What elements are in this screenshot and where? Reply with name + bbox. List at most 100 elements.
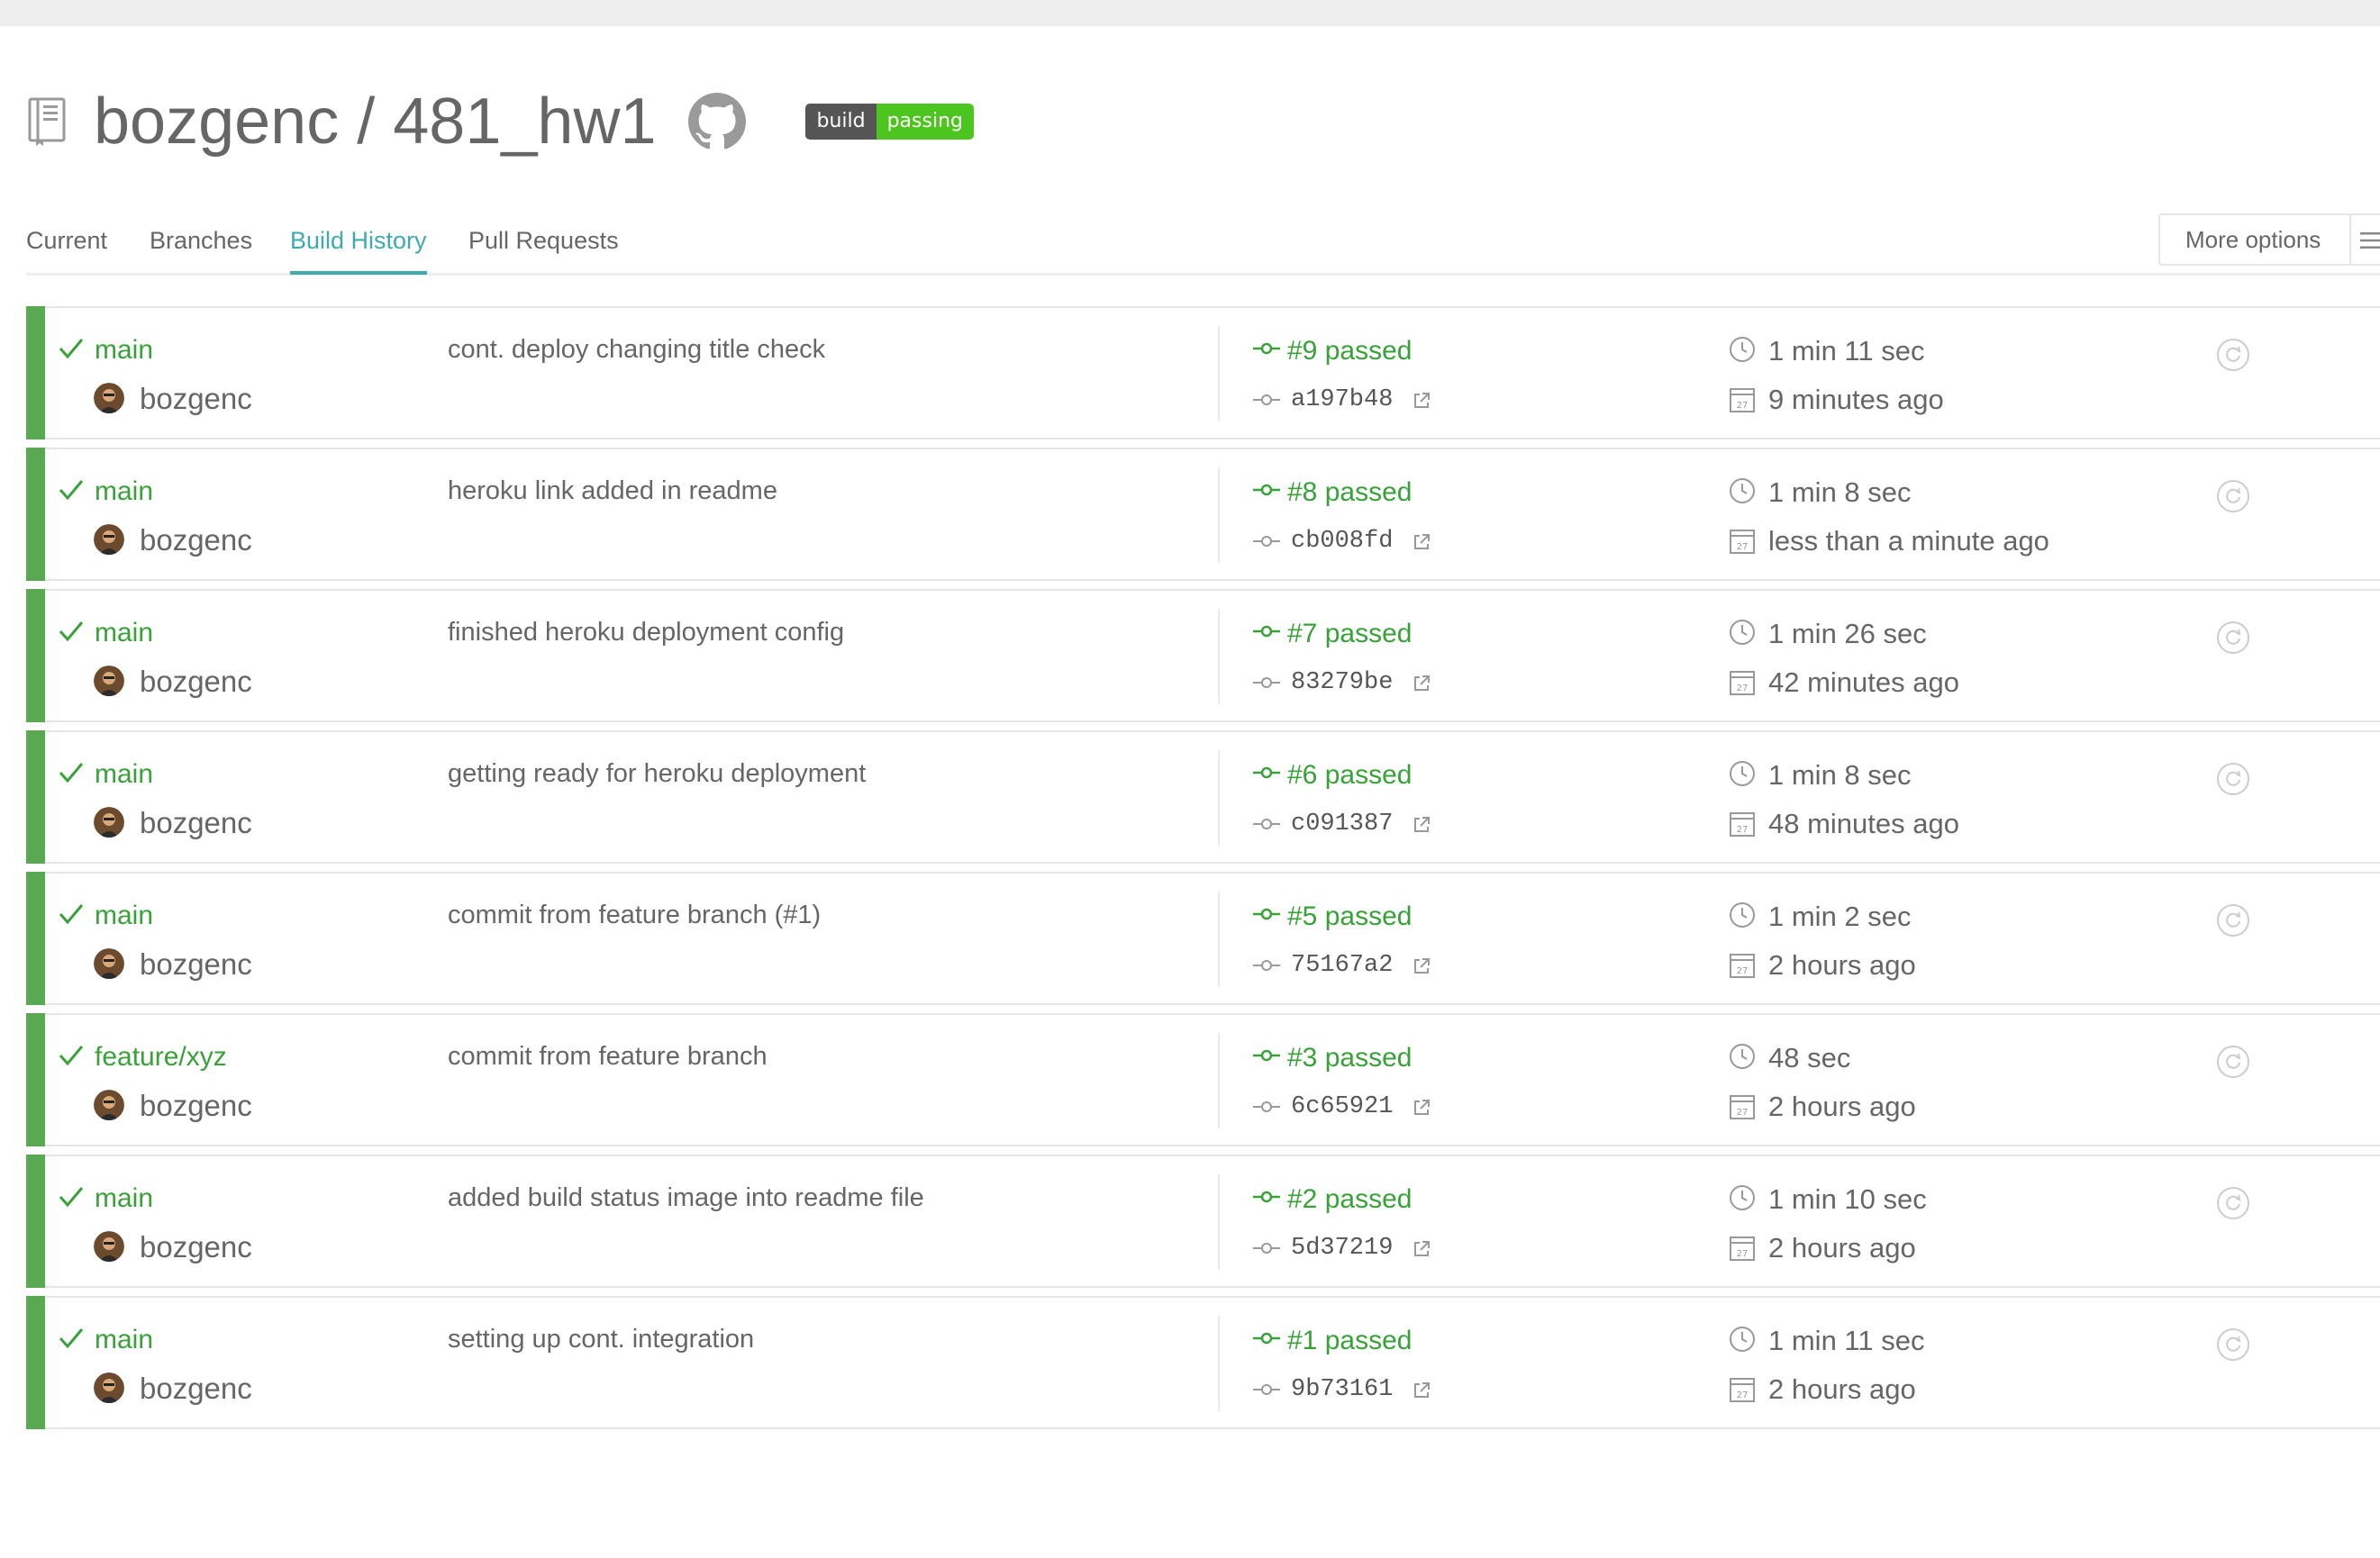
commit-sha[interactable]: cb008fd <box>1291 528 1393 555</box>
more-options-button[interactable]: More options <box>2158 213 2380 266</box>
clock-icon <box>1730 902 1755 928</box>
calendar-icon: 27 <box>1730 1095 1755 1119</box>
build-duration: 48 sec <box>1768 1042 1851 1073</box>
branch-name[interactable]: main <box>95 476 153 507</box>
external-link-icon[interactable] <box>1412 1239 1431 1259</box>
clock-icon <box>1730 478 1755 503</box>
finished-time: 48 minutes ago <box>1768 808 1959 839</box>
restart-icon[interactable] <box>2216 1327 2250 1362</box>
build-row[interactable]: main bozgenc getting ready for heroku de… <box>26 730 2380 864</box>
build-duration: 1 min 26 sec <box>1768 618 1927 649</box>
commit-sha[interactable]: 83279be <box>1291 669 1393 696</box>
tab-build-history[interactable]: Build History <box>290 227 427 275</box>
tab-current[interactable]: Current <box>26 227 107 255</box>
repo-title[interactable]: bozgenc / 481_hw1 <box>94 85 656 159</box>
build-commit-icon <box>1253 908 1280 920</box>
build-row[interactable]: main bozgenc heroku link added in readme… <box>26 448 2380 581</box>
restart-icon[interactable] <box>2216 762 2250 796</box>
repo-header: bozgenc / 481_hw1 build passing <box>27 77 974 167</box>
column-divider <box>1218 1316 1220 1411</box>
check-icon <box>59 904 84 925</box>
tab-pull-requests[interactable]: Pull Requests <box>468 227 619 255</box>
build-row[interactable]: feature/xyz bozgenc commit from feature … <box>26 1013 2380 1146</box>
external-link-icon[interactable] <box>1412 1098 1431 1118</box>
svg-text:27: 27 <box>1737 966 1749 976</box>
build-number[interactable]: #5 passed <box>1287 901 1412 932</box>
external-link-icon[interactable] <box>1412 532 1431 552</box>
restart-icon[interactable] <box>2216 338 2250 372</box>
restart-icon[interactable] <box>2216 1045 2250 1079</box>
commit-message: finished heroku deployment config <box>448 618 845 647</box>
build-row[interactable]: main bozgenc finished heroku deployment … <box>26 589 2380 722</box>
svg-text:27: 27 <box>1737 401 1749 411</box>
author-name: bozgenc <box>140 806 252 839</box>
avatar <box>94 383 124 413</box>
external-link-icon[interactable] <box>1412 815 1431 835</box>
calendar-icon: 27 <box>1730 530 1755 554</box>
branch-name[interactable]: main <box>95 901 153 931</box>
commit-message: heroku link added in readme <box>448 476 777 505</box>
build-row[interactable]: main bozgenc commit from feature branch … <box>26 872 2380 1005</box>
build-duration: 1 min 10 sec <box>1768 1183 1927 1215</box>
build-number[interactable]: #2 passed <box>1287 1184 1412 1215</box>
commit-sha[interactable]: a197b48 <box>1291 386 1393 413</box>
build-number[interactable]: #1 passed <box>1287 1326 1412 1356</box>
build-duration: 1 min 2 sec <box>1768 901 1912 932</box>
external-link-icon[interactable] <box>1412 956 1431 976</box>
branch-name[interactable]: main <box>95 1325 153 1355</box>
tab-branches[interactable]: Branches <box>150 227 252 255</box>
more-options-separator <box>2349 215 2351 264</box>
branch-name[interactable]: main <box>95 1183 153 1214</box>
build-commit-icon <box>1253 625 1280 638</box>
check-icon <box>59 1046 84 1066</box>
repo-icon <box>28 97 66 146</box>
commit-sha[interactable]: 9b73161 <box>1291 1376 1393 1403</box>
finished-time: 2 hours ago <box>1768 949 1916 981</box>
restart-icon[interactable] <box>2216 903 2250 938</box>
commit-message: commit from feature branch <box>448 1042 768 1071</box>
branch-name[interactable]: main <box>95 618 153 648</box>
restart-icon[interactable] <box>2216 479 2250 513</box>
finished-time: 9 minutes ago <box>1768 384 1944 415</box>
commit-sha[interactable]: c091387 <box>1291 811 1393 838</box>
branch-name[interactable]: feature/xyz <box>95 1042 227 1073</box>
build-duration: 1 min 11 sec <box>1768 335 1925 367</box>
external-link-icon[interactable] <box>1412 674 1431 693</box>
commit-sha[interactable]: 75167a2 <box>1291 952 1393 979</box>
column-divider <box>1218 326 1220 421</box>
column-divider <box>1218 609 1220 704</box>
external-link-icon[interactable] <box>1412 1381 1431 1400</box>
commit-sha[interactable]: 6c65921 <box>1291 1093 1393 1120</box>
avatar <box>94 948 124 979</box>
build-row[interactable]: main bozgenc cont. deploy changing title… <box>26 306 2380 439</box>
status-bar <box>26 1296 45 1429</box>
calendar-icon: 27 <box>1730 388 1755 412</box>
build-number[interactable]: #8 passed <box>1287 477 1412 508</box>
build-number[interactable]: #7 passed <box>1287 619 1412 649</box>
check-icon <box>59 339 84 359</box>
hamburger-menu-icon[interactable] <box>2360 230 2380 251</box>
build-number[interactable]: #6 passed <box>1287 760 1412 791</box>
branch-name[interactable]: main <box>95 335 153 366</box>
column-divider <box>1218 467 1220 563</box>
commit-message: added build status image into readme fil… <box>448 1183 924 1212</box>
avatar <box>94 1090 124 1120</box>
github-icon[interactable] <box>688 93 747 150</box>
restart-icon[interactable] <box>2216 620 2250 655</box>
commit-sha[interactable]: 5d37219 <box>1291 1235 1393 1262</box>
restart-icon[interactable] <box>2216 1186 2250 1220</box>
build-number[interactable]: #3 passed <box>1287 1043 1412 1073</box>
build-row[interactable]: main bozgenc added build status image in… <box>26 1155 2380 1288</box>
external-link-icon[interactable] <box>1412 391 1431 411</box>
build-number[interactable]: #9 passed <box>1287 336 1412 367</box>
svg-text:27: 27 <box>1737 542 1749 552</box>
build-row[interactable]: main bozgenc setting up cont. integratio… <box>26 1296 2380 1429</box>
clock-icon <box>1730 1185 1755 1210</box>
build-commit-icon <box>1253 1332 1280 1345</box>
build-duration: 1 min 8 sec <box>1768 759 1912 791</box>
finished-time: less than a minute ago <box>1768 525 2049 557</box>
column-divider <box>1218 750 1220 846</box>
branch-name[interactable]: main <box>95 759 153 790</box>
build-status-badge[interactable]: build passing <box>805 104 974 140</box>
badge-status: passing <box>876 104 974 140</box>
